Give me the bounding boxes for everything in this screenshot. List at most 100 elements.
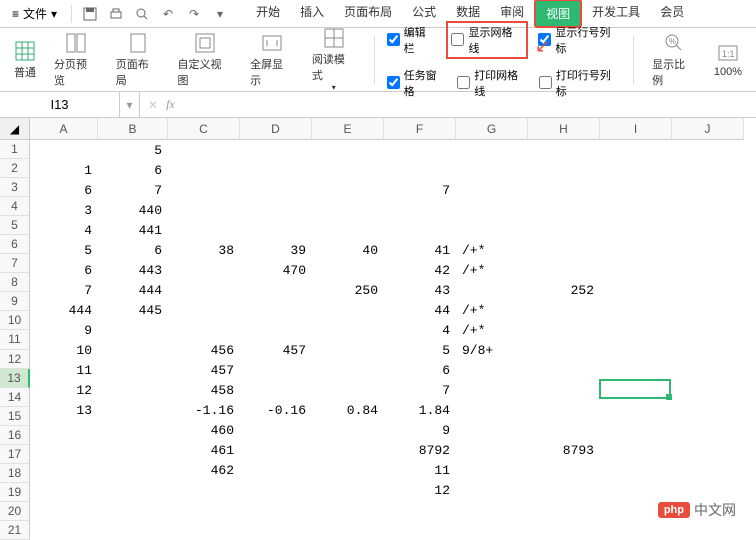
row-header-21[interactable]: 21	[0, 521, 30, 540]
cell-C1[interactable]	[168, 140, 240, 160]
cell-J9[interactable]	[672, 300, 744, 320]
cell-E17[interactable]	[312, 460, 384, 480]
cell-C18[interactable]	[168, 480, 240, 500]
cell-J3[interactable]	[672, 180, 744, 200]
cell-B1[interactable]: 5	[98, 140, 168, 160]
cell-A9[interactable]: 444	[30, 300, 98, 320]
redo-icon[interactable]: ↷	[182, 2, 206, 26]
cell-B9[interactable]: 445	[98, 300, 168, 320]
cell-G20[interactable]	[456, 520, 528, 540]
cell-D2[interactable]	[240, 160, 312, 180]
cell-D15[interactable]	[240, 420, 312, 440]
cell-J7[interactable]	[672, 260, 744, 280]
column-header-G[interactable]: G	[456, 118, 528, 140]
cell-I14[interactable]	[600, 400, 672, 420]
cell-G12[interactable]	[456, 360, 528, 380]
print-gridlines-checkbox[interactable]: 打印网格线	[457, 67, 529, 99]
cell-H20[interactable]	[528, 520, 600, 540]
cell-B6[interactable]: 6	[98, 240, 168, 260]
cell-E11[interactable]	[312, 340, 384, 360]
cell-B10[interactable]	[98, 320, 168, 340]
cell-D6[interactable]: 39	[240, 240, 312, 260]
cell-D12[interactable]	[240, 360, 312, 380]
cell-I12[interactable]	[600, 360, 672, 380]
tab-home[interactable]: 开始	[246, 0, 290, 28]
cell-G8[interactable]	[456, 280, 528, 300]
cell-J12[interactable]	[672, 360, 744, 380]
cell-A5[interactable]: 4	[30, 220, 98, 240]
cell-H12[interactable]	[528, 360, 600, 380]
row-header-20[interactable]: 20	[0, 502, 30, 521]
formula-bar-checkbox[interactable]: 编辑栏	[387, 21, 437, 59]
row-header-19[interactable]: 19	[0, 483, 30, 502]
cell-B20[interactable]	[98, 520, 168, 540]
cell-G17[interactable]	[456, 460, 528, 480]
cell-C9[interactable]	[168, 300, 240, 320]
save-icon[interactable]	[78, 2, 102, 26]
cell-G14[interactable]	[456, 400, 528, 420]
cell-I18[interactable]	[600, 480, 672, 500]
cell-C3[interactable]	[168, 180, 240, 200]
cell-A3[interactable]: 6	[30, 180, 98, 200]
row-header-14[interactable]: 14	[0, 388, 30, 407]
cell-F9[interactable]: 44	[384, 300, 456, 320]
cell-B5[interactable]: 441	[98, 220, 168, 240]
cell-F20[interactable]	[384, 520, 456, 540]
file-menu[interactable]: ≡ 文件 ▾	[4, 5, 65, 22]
cell-D4[interactable]	[240, 200, 312, 220]
cell-F13[interactable]: 7	[384, 380, 456, 400]
cell-C15[interactable]: 460	[168, 420, 240, 440]
cell-D7[interactable]: 470	[240, 260, 312, 280]
print-icon[interactable]	[104, 2, 128, 26]
column-header-D[interactable]: D	[240, 118, 312, 140]
normal-view-button[interactable]: 普通	[8, 36, 42, 84]
cell-H16[interactable]: 8793	[528, 440, 600, 460]
row-header-6[interactable]: 6	[0, 235, 30, 254]
name-box[interactable]: I13	[0, 92, 120, 117]
cell-B7[interactable]: 443	[98, 260, 168, 280]
cell-G5[interactable]	[456, 220, 528, 240]
cell-I10[interactable]	[600, 320, 672, 340]
cell-I9[interactable]	[600, 300, 672, 320]
cell-H4[interactable]	[528, 200, 600, 220]
column-header-A[interactable]: A	[30, 118, 98, 140]
cell-I8[interactable]	[600, 280, 672, 300]
row-header-16[interactable]: 16	[0, 426, 30, 445]
cell-F14[interactable]: 1.84	[384, 400, 456, 420]
cell-I16[interactable]	[600, 440, 672, 460]
cell-A20[interactable]	[30, 520, 98, 540]
cell-E4[interactable]	[312, 200, 384, 220]
cell-G18[interactable]	[456, 480, 528, 500]
cell-F3[interactable]: 7	[384, 180, 456, 200]
cell-H1[interactable]	[528, 140, 600, 160]
cell-E13[interactable]	[312, 380, 384, 400]
name-box-dropdown[interactable]: ▾	[120, 92, 140, 117]
cell-I2[interactable]	[600, 160, 672, 180]
cell-J17[interactable]	[672, 460, 744, 480]
cancel-icon[interactable]: ✕	[148, 98, 158, 112]
row-header-4[interactable]: 4	[0, 197, 30, 216]
cell-E14[interactable]: 0.84	[312, 400, 384, 420]
cell-B18[interactable]	[98, 480, 168, 500]
cell-H10[interactable]	[528, 320, 600, 340]
cell-A16[interactable]	[30, 440, 98, 460]
cell-J1[interactable]	[672, 140, 744, 160]
cell-A19[interactable]	[30, 500, 98, 520]
column-header-I[interactable]: I	[600, 118, 672, 140]
cell-J16[interactable]	[672, 440, 744, 460]
custom-view-button[interactable]: 自定义视图	[171, 28, 238, 92]
cell-C8[interactable]	[168, 280, 240, 300]
cell-C14[interactable]: -1.16	[168, 400, 240, 420]
cell-J6[interactable]	[672, 240, 744, 260]
cell-J11[interactable]	[672, 340, 744, 360]
reading-mode-button[interactable]: 阅读模式 ▾	[306, 23, 362, 96]
cell-B17[interactable]	[98, 460, 168, 480]
cell-B12[interactable]	[98, 360, 168, 380]
cell-I20[interactable]	[600, 520, 672, 540]
cell-E9[interactable]	[312, 300, 384, 320]
column-header-J[interactable]: J	[672, 118, 744, 140]
cell-J8[interactable]	[672, 280, 744, 300]
row-header-17[interactable]: 17	[0, 445, 30, 464]
row-header-1[interactable]: 1	[0, 140, 30, 159]
cell-J13[interactable]	[672, 380, 744, 400]
